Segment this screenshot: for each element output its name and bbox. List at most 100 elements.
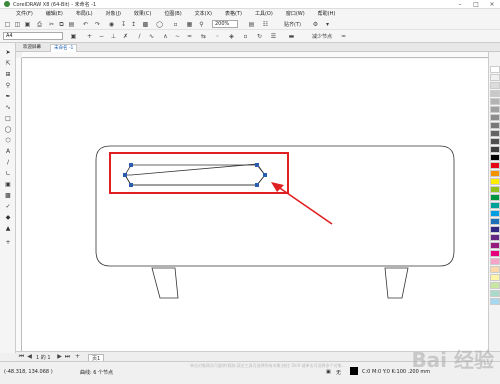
to-curve-icon[interactable]: ∿ <box>148 33 155 40</box>
reverse-direction-icon[interactable]: ⇆ <box>200 33 207 40</box>
palette-swatch[interactable] <box>490 114 500 121</box>
redo-icon[interactable]: ↷ <box>94 21 101 28</box>
palette-swatch[interactable] <box>490 298 500 305</box>
eyedropper-icon[interactable]: ✓ <box>4 203 12 211</box>
palette-swatch[interactable] <box>490 258 500 265</box>
curve-smoothness-icon[interactable]: ≈ <box>340 33 347 40</box>
polygon-tool-icon[interactable]: ⬡ <box>4 137 12 145</box>
maximize-icon[interactable]: □ <box>468 0 484 9</box>
guidelines-icon[interactable]: ☷ <box>262 21 269 28</box>
zoom-icon[interactable]: ⚲ <box>198 21 205 28</box>
reduce-nodes-button[interactable]: 减少节点 <box>312 33 332 40</box>
zoom-level-select[interactable]: 200% <box>212 20 238 28</box>
palette-swatch[interactable] <box>490 162 500 169</box>
palette-swatch[interactable] <box>490 274 500 281</box>
join-nodes-icon[interactable]: ⊥ <box>110 33 117 40</box>
snap-to-dropdown[interactable]: 贴齐(T) <box>284 21 301 28</box>
align-nodes-icon[interactable]: ☰ <box>270 33 277 40</box>
rectangle-tool-icon[interactable]: □ <box>4 115 12 123</box>
palette-swatch[interactable] <box>490 266 500 273</box>
palette-swatch[interactable] <box>490 170 500 177</box>
ellipse-tool-icon[interactable]: ◯ <box>4 126 12 134</box>
palette-swatch[interactable] <box>490 90 500 97</box>
stretch-nodes-icon[interactable]: ▫ <box>242 33 249 40</box>
rotate-nodes-icon[interactable]: ↻ <box>256 33 263 40</box>
prev-page-icon[interactable]: ◀ <box>26 353 33 360</box>
menu-tools[interactable]: 工具(O) <box>255 10 273 17</box>
palette-swatch[interactable] <box>490 242 500 249</box>
cusp-node-icon[interactable]: ∧ <box>162 33 169 40</box>
select-all-nodes-icon[interactable]: ▣ <box>70 33 77 40</box>
ruler-toggle-icon[interactable]: ▤ <box>248 21 255 28</box>
symmetric-node-icon[interactable]: ≈ <box>186 33 193 40</box>
menu-effects[interactable]: 效果(C) <box>134 10 151 17</box>
close-icon[interactable]: × <box>484 0 500 9</box>
palette-swatch[interactable] <box>490 130 500 137</box>
export-icon[interactable]: ↥ <box>130 21 137 28</box>
elastic-mode-icon[interactable]: ▬ <box>288 33 295 40</box>
pick-tool-icon[interactable]: ➤ <box>4 49 12 57</box>
open-folder-icon[interactable]: ◫ <box>14 21 21 28</box>
freehand-tool-icon[interactable]: ✒ <box>4 93 12 101</box>
zoom-fit-icon[interactable]: ◯ <box>156 21 163 28</box>
palette-swatch[interactable] <box>490 178 500 185</box>
parallel-dimension-icon[interactable]: ∕ <box>4 159 12 167</box>
grid-icon[interactable]: ▦ <box>186 21 193 28</box>
settings-gear-icon[interactable]: ⚙ <box>312 21 319 28</box>
smart-fill-icon[interactable]: ▲ <box>4 225 12 233</box>
undo-icon[interactable]: ↶ <box>82 21 89 28</box>
new-document-icon[interactable]: □ <box>4 21 11 28</box>
palette-swatch[interactable] <box>490 210 500 217</box>
crop-tool-icon[interactable]: ⊞ <box>4 71 12 79</box>
palette-swatch[interactable] <box>490 74 500 81</box>
palette-swatch[interactable] <box>490 218 500 225</box>
zoom-tool-icon[interactable]: ⚲ <box>4 82 12 90</box>
launch-dropdown-icon[interactable]: ▾ <box>324 21 331 28</box>
menu-layout[interactable]: 布局(L) <box>76 10 93 17</box>
delete-node-icon[interactable]: − <box>98 33 105 40</box>
save-icon[interactable]: ▣ <box>24 21 31 28</box>
menu-text[interactable]: 文本(X) <box>195 10 212 17</box>
palette-swatch[interactable] <box>490 226 500 233</box>
palette-swatch[interactable] <box>490 98 500 105</box>
break-curve-icon[interactable]: ✗ <box>122 33 129 40</box>
import-icon[interactable]: ↧ <box>120 21 127 28</box>
menu-bitmap[interactable]: 位图(B) <box>164 10 181 17</box>
palette-swatch[interactable] <box>490 202 500 209</box>
palette-swatch[interactable] <box>490 290 500 297</box>
palette-swatch[interactable] <box>490 186 500 193</box>
menu-window[interactable]: 窗口(W) <box>286 10 305 17</box>
palette-swatch[interactable] <box>490 66 500 73</box>
palette-swatch[interactable] <box>490 234 500 241</box>
publish-pdf-icon[interactable]: ▩ <box>142 21 149 28</box>
palette-swatch[interactable] <box>490 146 500 153</box>
paste-icon[interactable]: ▤ <box>68 21 75 28</box>
interactive-fill-icon[interactable]: ◆ <box>4 214 12 222</box>
page-size-select[interactable]: A4 <box>3 32 63 40</box>
print-icon[interactable]: ⎙ <box>36 21 43 28</box>
menu-object[interactable]: 对象(J) <box>106 10 121 17</box>
palette-swatch[interactable] <box>490 106 500 113</box>
palette-swatch[interactable] <box>490 122 500 129</box>
text-tool-icon[interactable]: A <box>4 148 12 156</box>
add-tool-icon[interactable]: + <box>4 239 12 247</box>
menu-help[interactable]: 帮助(H) <box>318 10 336 17</box>
search-content-icon[interactable]: ◉ <box>108 21 115 28</box>
menu-edit[interactable]: 编辑(E) <box>46 10 63 17</box>
transparency-icon[interactable]: ▩ <box>4 192 12 200</box>
outline-color-swatch[interactable] <box>350 367 358 375</box>
palette-swatch[interactable] <box>490 194 500 201</box>
fill-indicator-icon[interactable]: ▣ <box>326 369 331 375</box>
palette-swatch[interactable] <box>490 82 500 89</box>
drawing-canvas[interactable] <box>22 58 488 351</box>
palette-swatch[interactable] <box>490 154 500 161</box>
last-page-icon[interactable]: ⏭ <box>64 353 71 360</box>
first-page-icon[interactable]: ⏮ <box>18 353 25 360</box>
full-screen-icon[interactable]: ▫ <box>172 21 179 28</box>
palette-swatch[interactable] <box>490 138 500 145</box>
add-page-icon[interactable]: + <box>74 353 81 360</box>
copy-icon[interactable]: ⧉ <box>58 21 65 28</box>
minimize-icon[interactable]: – <box>452 0 468 9</box>
drop-shadow-icon[interactable]: ▣ <box>4 181 12 189</box>
tab-untitled-1[interactable]: 未命名 -1 <box>50 44 78 52</box>
